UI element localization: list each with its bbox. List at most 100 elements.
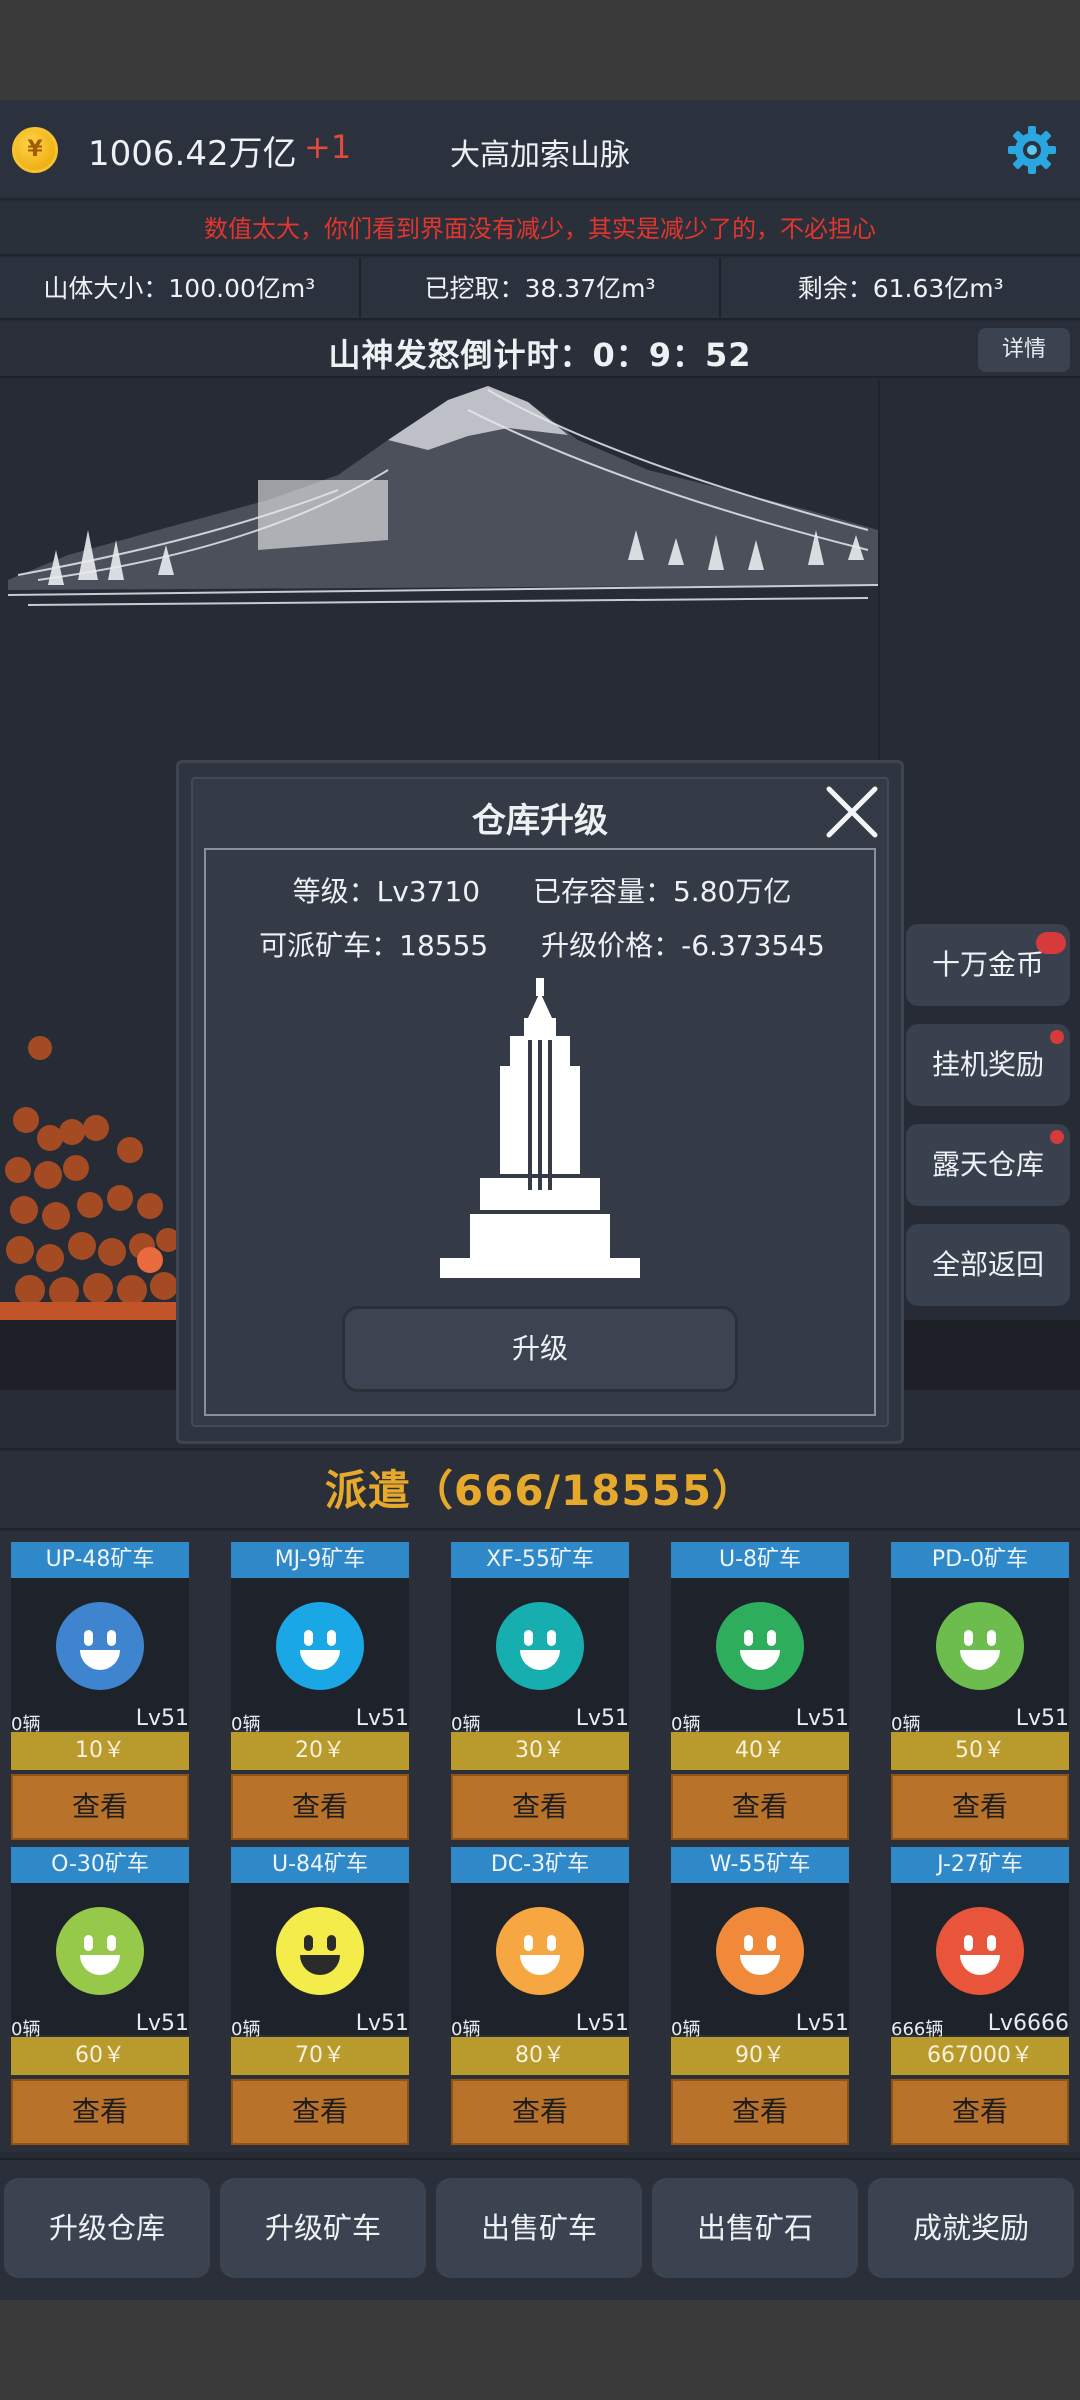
mouth <box>960 1650 1000 1670</box>
car-name: UP-48矿车 <box>11 1542 189 1578</box>
eye <box>327 1935 336 1951</box>
view-button[interactable]: 查看 <box>11 2079 189 2145</box>
eye <box>744 1630 753 1646</box>
car-card[interactable]: U-8矿车 0辆 Lv51 40￥ 查看 <box>671 1532 849 1840</box>
view-button[interactable]: 查看 <box>671 1774 849 1840</box>
car-card[interactable]: UP-48矿车 0辆 Lv51 10￥ 查看 <box>11 1532 189 1840</box>
car-body: 0辆 Lv51 <box>11 1578 189 1735</box>
side-button-idle-reward[interactable]: 挂机奖励 <box>906 1024 1070 1106</box>
car-price[interactable]: 40￥ <box>671 1732 849 1770</box>
detail-button[interactable]: 详情 <box>978 328 1070 372</box>
car-price[interactable]: 20￥ <box>231 1732 409 1770</box>
car-price[interactable]: 60￥ <box>11 2037 189 2075</box>
upgrade-price: 升级价格：-6.373545 <box>541 929 825 962</box>
dispatchable-cars: 可派矿车：18555 <box>259 929 489 962</box>
car-level: Lv51 <box>795 2011 849 2036</box>
upgrade-warehouse-button[interactable]: 升级仓库 <box>4 2178 210 2278</box>
car-price[interactable]: 50￥ <box>891 1732 1069 1770</box>
car-card[interactable]: PD-0矿车 0辆 Lv51 50￥ 查看 <box>891 1532 1069 1840</box>
upgrade-car-button[interactable]: 升级矿车 <box>220 2178 426 2278</box>
view-button[interactable]: 查看 <box>451 1774 629 1840</box>
gear-icon[interactable] <box>1006 124 1058 176</box>
smiley-face-icon <box>716 1602 804 1690</box>
mouth <box>960 1955 1000 1975</box>
car-price[interactable]: 90￥ <box>671 2037 849 2075</box>
car-name: O-30矿车 <box>11 1847 189 1883</box>
view-button[interactable]: 查看 <box>451 2079 629 2145</box>
smiley-face-icon <box>496 1907 584 1995</box>
mouth <box>300 1650 340 1670</box>
car-card[interactable]: U-84矿车 0辆 Lv51 70￥ 查看 <box>231 1837 409 2145</box>
view-button[interactable]: 查看 <box>11 1774 189 1840</box>
car-level: Lv51 <box>575 2011 629 2036</box>
side-button-coins[interactable]: 十万金币 <box>906 924 1070 1006</box>
car-price[interactable]: 30￥ <box>451 1732 629 1770</box>
view-button[interactable]: 查看 <box>231 2079 409 2145</box>
view-button[interactable]: 查看 <box>891 1774 1069 1840</box>
countdown-text: 山神发怒倒计时：0：9：52 <box>328 336 752 374</box>
car-body: 0辆 Lv51 <box>671 1578 849 1735</box>
car-name: XF-55矿车 <box>451 1542 629 1578</box>
money-increment: +1 <box>304 128 352 166</box>
sell-ore-button[interactable]: 出售矿石 <box>652 2178 858 2278</box>
eye <box>304 1630 313 1646</box>
eye <box>107 1630 116 1646</box>
car-level: Lv51 <box>575 1706 629 1731</box>
money-amount: 1006.42万亿 <box>88 134 297 174</box>
car-name: J-27矿车 <box>891 1847 1069 1883</box>
eye <box>987 1630 996 1646</box>
view-button[interactable]: 查看 <box>231 1774 409 1840</box>
car-price[interactable]: 10￥ <box>11 1732 189 1770</box>
notice-banner: 数值太大，你们看到界面没有减少，其实是减少了的，不必担心 <box>0 202 1080 256</box>
car-card[interactable]: MJ-9矿车 0辆 Lv51 20￥ 查看 <box>231 1532 409 1840</box>
eye <box>107 1935 116 1951</box>
sell-car-button[interactable]: 出售矿车 <box>436 2178 642 2278</box>
eye <box>744 1935 753 1951</box>
car-card[interactable]: J-27矿车 666辆 Lv6666 667000￥ 查看 <box>891 1837 1069 2145</box>
side-button-open-warehouse[interactable]: 露天仓库 <box>906 1124 1070 1206</box>
eye <box>327 1630 336 1646</box>
car-price[interactable]: 667000￥ <box>891 2037 1069 2075</box>
car-body: 0辆 Lv51 <box>451 1578 629 1735</box>
mouth <box>740 1650 780 1670</box>
achievement-reward-button[interactable]: 成就奖励 <box>868 2178 1074 2278</box>
modal-title: 仓库升级 <box>472 801 608 841</box>
mouth <box>740 1955 780 1975</box>
smiley-face-icon <box>496 1602 584 1690</box>
side-button-return-all[interactable]: 全部返回 <box>906 1224 1070 1306</box>
side-button-coins-label: 十万金币 <box>931 948 1044 981</box>
car-card[interactable]: DC-3矿车 0辆 Lv51 80￥ 查看 <box>451 1837 629 2145</box>
smiley-face-icon <box>716 1907 804 1995</box>
side-button-return-all-label: 全部返回 <box>931 1248 1044 1281</box>
view-button[interactable]: 查看 <box>671 2079 849 2145</box>
car-body: 0辆 Lv51 <box>231 1578 409 1735</box>
bottom-nav: 升级仓库 升级矿车 出售矿车 出售矿石 成就奖励 <box>0 2158 1080 2300</box>
car-body: 0辆 Lv51 <box>671 1883 849 2040</box>
smiley-face-icon <box>56 1907 144 1995</box>
app-root: ¥ 1006.42万亿 +1 大高加索山脉 数值太大，你们看到界面没有减少，其实… <box>0 0 1080 2400</box>
side-button-open-warehouse-label: 露天仓库 <box>931 1148 1044 1181</box>
mouth <box>520 1955 560 1975</box>
car-price[interactable]: 80￥ <box>451 2037 629 2075</box>
eye <box>84 1935 93 1951</box>
car-card[interactable]: W-55矿车 0辆 Lv51 90￥ 查看 <box>671 1837 849 2145</box>
close-icon[interactable] <box>825 785 879 839</box>
coin-icon: ¥ <box>12 127 58 173</box>
car-body: 666辆 Lv6666 <box>891 1883 1069 2040</box>
car-body: 0辆 Lv51 <box>11 1883 189 2040</box>
dispatch-title: 派遣（666/18555） <box>0 1452 1080 1530</box>
car-card[interactable]: O-30矿车 0辆 Lv51 60￥ 查看 <box>11 1837 189 2145</box>
car-price[interactable]: 70￥ <box>231 2037 409 2075</box>
car-level: Lv51 <box>355 1706 409 1731</box>
view-button[interactable]: 查看 <box>891 2079 1069 2145</box>
eye <box>547 1935 556 1951</box>
modal-info-row-2: 可派矿车：18555 升级价格：-6.373545 <box>206 924 878 964</box>
car-card[interactable]: XF-55矿车 0辆 Lv51 30￥ 查看 <box>451 1532 629 1840</box>
car-name: W-55矿车 <box>671 1847 849 1883</box>
upgrade-button[interactable]: 升级 <box>342 1306 738 1392</box>
car-name: PD-0矿车 <box>891 1542 1069 1578</box>
car-name: U-84矿车 <box>231 1847 409 1883</box>
countdown-bar: 山神发怒倒计时：0：9：52 详情 <box>0 322 1080 378</box>
car-body: 0辆 Lv51 <box>891 1578 1069 1735</box>
eye <box>524 1630 533 1646</box>
